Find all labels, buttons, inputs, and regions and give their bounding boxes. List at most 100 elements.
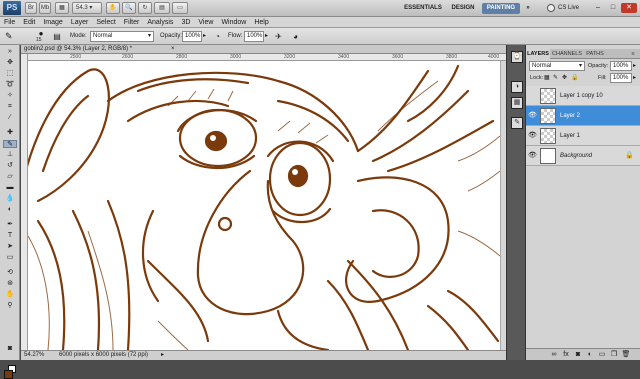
eyedropper-tool-icon[interactable]: ⁄ (3, 114, 17, 122)
opacity-field[interactable]: 100% (182, 31, 202, 42)
adjustment-layer-icon[interactable]: ◐ (584, 349, 596, 360)
gradient-tool-icon[interactable]: ▬ (3, 184, 17, 192)
brush-presets-icon[interactable]: ✎ (511, 117, 523, 129)
brush-tool-preset-icon[interactable]: ✎ (5, 31, 21, 42)
menu-analysis[interactable]: Analysis (143, 17, 177, 28)
menu-filter[interactable]: Filter (120, 17, 144, 28)
zoom-level-select[interactable]: 54.3 ▾ (72, 2, 102, 14)
path-selection-tool-icon[interactable]: ➤ (3, 243, 17, 251)
close-button[interactable]: ✕ (621, 3, 637, 13)
fill-field[interactable]: 100% (610, 73, 632, 83)
zoom-tool-icon[interactable]: ⚲ (3, 302, 17, 310)
visibility-toggle[interactable] (528, 91, 536, 100)
layer-row[interactable]: Layer 1 copy 10 (526, 86, 640, 106)
history-brush-tool-icon[interactable]: ↺ (3, 162, 17, 170)
3d-orbit-tool-icon[interactable]: ⊛ (3, 280, 17, 288)
menu-3d[interactable]: 3D (177, 17, 194, 28)
eye-icon[interactable]: 👁 (528, 111, 537, 120)
link-layers-icon[interactable]: ∞ (548, 349, 560, 360)
fill-dropdown-icon[interactable]: ▸ (633, 73, 636, 83)
panel-menu-icon[interactable]: ≡ (628, 49, 638, 59)
minimize-button[interactable]: – (591, 3, 605, 13)
menu-view[interactable]: View (194, 17, 217, 28)
tab-paths[interactable]: PATHS (584, 49, 606, 59)
hand-tool-icon[interactable]: ✋ (3, 291, 17, 299)
move-tool-icon[interactable]: ✥ (3, 59, 17, 67)
pressure-opacity-icon[interactable]: ◔ (211, 31, 224, 42)
pressure-size-icon[interactable]: ◕ (289, 31, 302, 42)
document-canvas[interactable] (28, 61, 500, 350)
more-workspaces-icon[interactable]: » (523, 3, 533, 14)
quick-select-tool-icon[interactable]: ✧ (3, 92, 17, 100)
trash-icon[interactable]: 🗑 (620, 349, 632, 360)
eye-icon[interactable]: 👁 (528, 151, 537, 160)
layer-row[interactable]: 👁 Layer 1 (526, 126, 640, 146)
hand-tool-icon[interactable]: ✋ (106, 2, 120, 14)
color-panel-icon[interactable]: ◑ (511, 81, 523, 93)
layer-row[interactable]: 👁 Background 🔒 (526, 146, 640, 166)
lock-position-icon[interactable]: ✥ (562, 73, 567, 83)
foreground-color-swatch[interactable] (4, 370, 13, 379)
menu-edit[interactable]: Edit (19, 17, 39, 28)
fx-icon[interactable]: fx (560, 349, 572, 360)
arrange-documents-icon[interactable]: ▤ (154, 2, 170, 14)
lock-transparency-icon[interactable]: ▦ (544, 73, 550, 83)
clone-stamp-tool-icon[interactable]: ⊥ (3, 151, 17, 159)
cs-live-label[interactable]: CS Live (558, 3, 579, 14)
menu-select[interactable]: Select (92, 17, 119, 28)
guides-icon[interactable]: ▦ (55, 2, 69, 14)
minibridge-icon[interactable]: Mb (39, 2, 51, 14)
lock-all-icon[interactable]: 🔒 (571, 73, 578, 83)
layer-row[interactable]: 👁 Layer 2 (526, 106, 640, 126)
swatches-panel-icon[interactable]: ▦ (511, 97, 523, 109)
zoom-tool-icon[interactable]: 🔍 (122, 2, 136, 14)
status-menu-icon[interactable]: ▸ (161, 351, 164, 360)
menu-layer[interactable]: Layer (67, 17, 93, 28)
marquee-tool-icon[interactable]: ⬚ (3, 70, 17, 78)
add-mask-icon[interactable]: ◙ (572, 349, 584, 360)
dodge-tool-icon[interactable]: ◐ (3, 206, 17, 214)
crop-tool-icon[interactable]: ⌗ (3, 103, 17, 111)
zoom-status[interactable]: 54.27% (24, 351, 44, 360)
3d-rotate-tool-icon[interactable]: ⟲ (3, 269, 17, 277)
workspace-essentials[interactable]: ESSENTIALS (403, 3, 443, 14)
rotate-view-icon[interactable]: ↻ (138, 2, 152, 14)
cs-live-icon[interactable] (547, 4, 555, 12)
tab-layers[interactable]: LAYERS (526, 49, 550, 59)
menu-file[interactable]: File (0, 17, 19, 28)
pen-tool-icon[interactable]: ✒ (3, 221, 17, 229)
blend-mode-select[interactable]: Normal ▾ (529, 61, 585, 71)
blur-tool-icon[interactable]: 💧 (3, 195, 17, 203)
tab-channels[interactable]: CHANNELS (552, 49, 582, 59)
mode-select[interactable]: Normal ▾ (90, 31, 154, 42)
history-panel-icon[interactable]: ⌚ (511, 51, 523, 63)
airbrush-icon[interactable]: ✈ (272, 31, 285, 42)
new-group-icon[interactable]: ▭ (596, 349, 608, 360)
shape-tool-icon[interactable]: ▭ (3, 254, 17, 262)
maximize-button[interactable]: □ (606, 3, 620, 13)
screen-mode-icon[interactable]: ▭ (172, 2, 188, 14)
workspace-painting[interactable]: PAINTING (482, 3, 520, 14)
layer-opacity-field[interactable]: 100% (610, 61, 632, 71)
tools-collapse-icon[interactable]: » (3, 48, 17, 56)
workspace-design[interactable]: DESIGN (449, 3, 477, 14)
opacity-dropdown-icon[interactable]: ▸ (633, 61, 636, 71)
flow-field[interactable]: 100% (244, 31, 264, 42)
menu-help[interactable]: Help (250, 17, 272, 28)
menu-image[interactable]: Image (39, 17, 66, 28)
document-tab[interactable]: goblin2.psd @ 54.3% (Layer 2, RGB/8) * (24, 45, 132, 54)
healing-brush-tool-icon[interactable]: ✚ (3, 129, 17, 137)
eraser-tool-icon[interactable]: ▱ (3, 173, 17, 181)
brush-panel-icon[interactable]: ▤ (50, 31, 64, 42)
close-document-icon[interactable]: × (171, 45, 175, 54)
lasso-tool-icon[interactable]: ➰ (3, 81, 17, 89)
flow-dropdown-icon[interactable]: ▸ (265, 31, 268, 42)
new-layer-icon[interactable]: ❐ (608, 349, 620, 360)
menu-window[interactable]: Window (217, 17, 250, 28)
opacity-dropdown-icon[interactable]: ▸ (203, 31, 206, 42)
eye-icon[interactable]: 👁 (528, 131, 537, 140)
lock-pixels-icon[interactable]: ✎ (553, 73, 558, 83)
type-tool-icon[interactable]: T (3, 232, 17, 240)
brush-tool-icon[interactable]: ✎ (3, 140, 17, 148)
quick-mask-icon[interactable]: ◙ (3, 345, 17, 353)
